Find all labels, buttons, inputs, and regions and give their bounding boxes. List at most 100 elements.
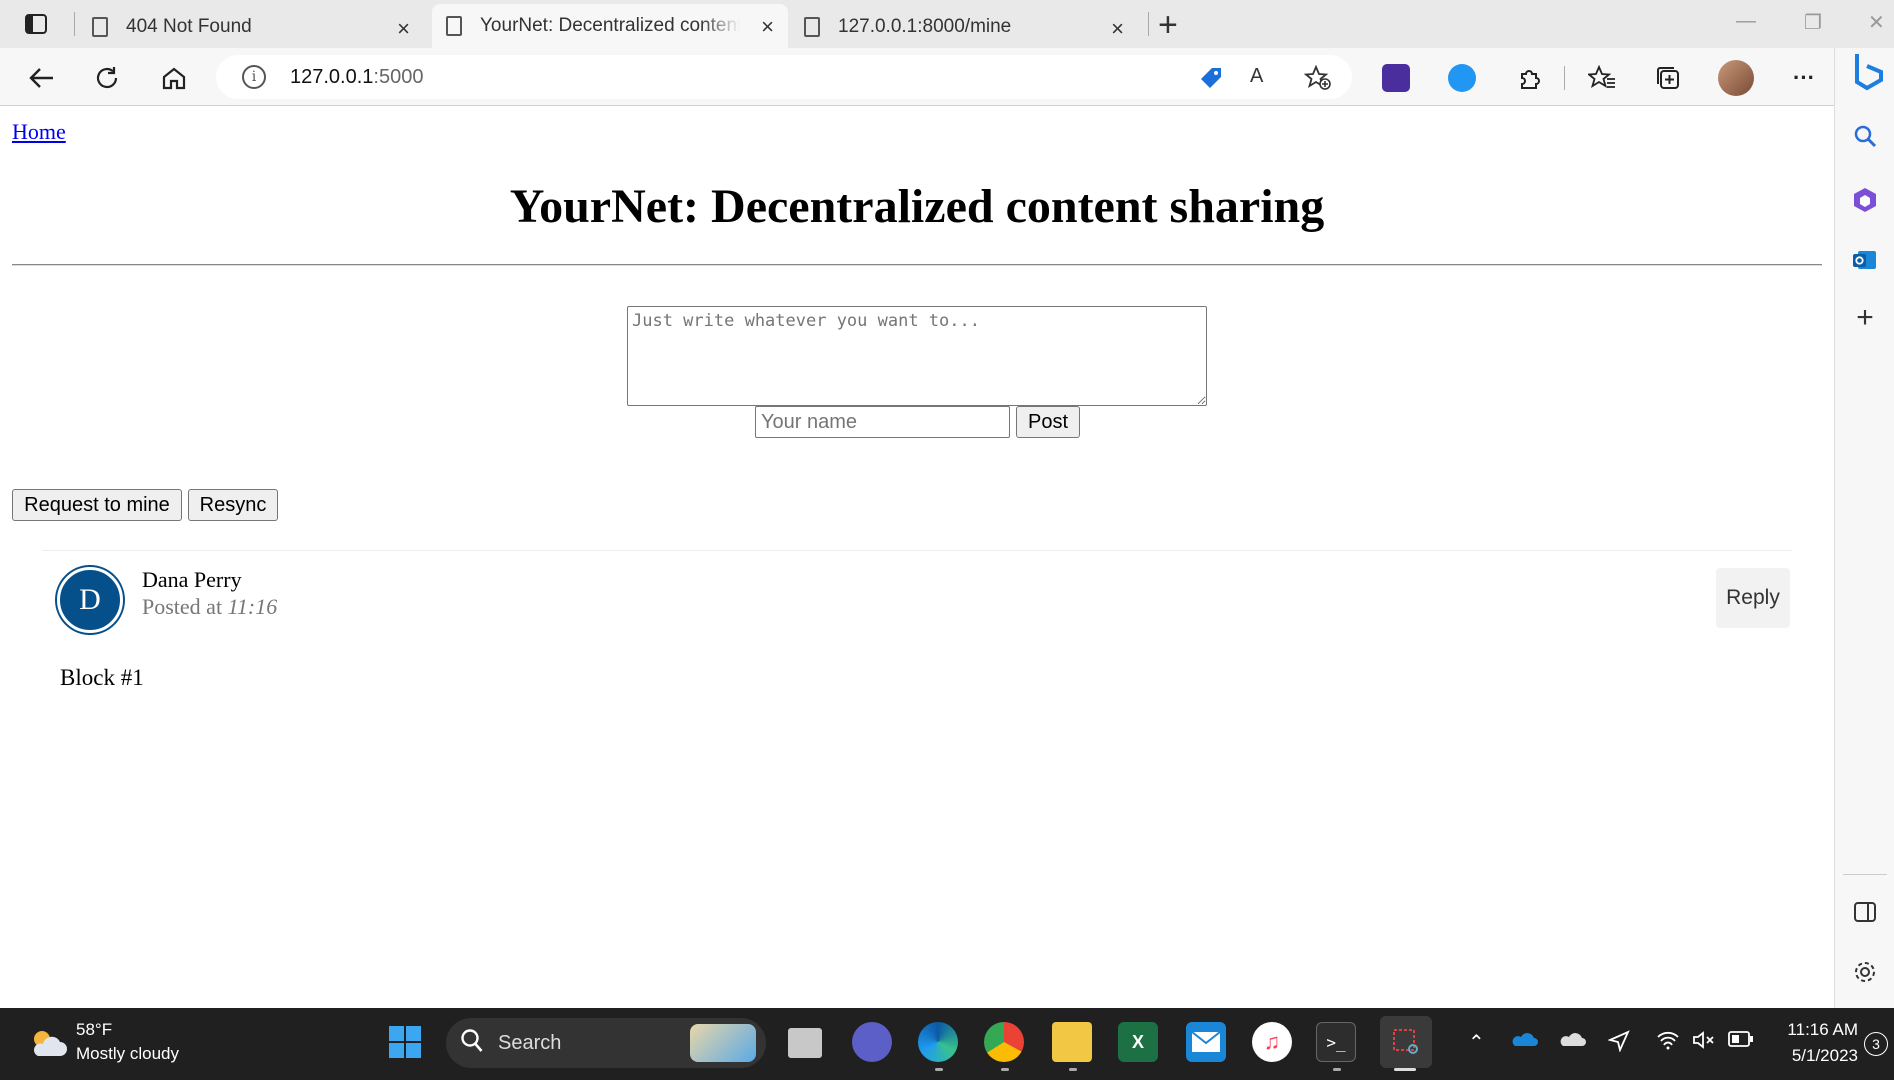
hide-sidebar-icon[interactable]	[1851, 898, 1879, 926]
excel-icon[interactable]: X	[1118, 1022, 1158, 1062]
page-title: YourNet: Decentralized content sharing	[509, 180, 1325, 233]
clock-time[interactable]: 11:16 AM	[1778, 1020, 1858, 1040]
terminal-icon[interactable]: >_	[1316, 1022, 1356, 1062]
avatar: D	[57, 567, 123, 633]
battery-icon[interactable]	[1728, 1030, 1754, 1054]
file-explorer-icon[interactable]	[1052, 1022, 1092, 1062]
task-view-icon[interactable]	[788, 1028, 822, 1058]
start-windows-icon[interactable]	[385, 1022, 425, 1062]
request-to-mine-button[interactable]: Request to mine	[12, 489, 182, 521]
page-icon	[92, 17, 108, 37]
sidebar-settings-gear-icon[interactable]	[1851, 958, 1879, 986]
tab-strip: 404 Not Found × YourNet: Decentralized c…	[0, 0, 1894, 48]
extension-shield-icon[interactable]	[1448, 64, 1476, 92]
search-highlight-icon	[690, 1024, 756, 1062]
close-tab-icon[interactable]: ×	[397, 16, 410, 42]
mail-icon[interactable]	[1186, 1022, 1226, 1062]
weather-condition[interactable]: Mostly cloudy	[76, 1044, 179, 1064]
weather-temperature[interactable]: 58°F	[76, 1020, 112, 1040]
new-tab-icon[interactable]: +	[1158, 6, 1178, 45]
edge-browser-icon[interactable]	[918, 1022, 958, 1062]
tab-title: 127.0.0.1:8000/mine	[838, 16, 1012, 37]
onedrive-icon[interactable]	[1510, 1030, 1538, 1054]
add-favorite-icon[interactable]	[1303, 64, 1332, 97]
close-tab-icon[interactable]: ×	[1111, 16, 1124, 42]
location-icon[interactable]	[1607, 1030, 1630, 1058]
favorites-icon[interactable]	[1584, 60, 1620, 96]
shopping-tag-icon[interactable]	[1198, 65, 1224, 97]
taskbar-search[interactable]: Search	[446, 1018, 766, 1068]
tab-separator	[74, 12, 75, 36]
post-content: Block #1	[60, 665, 144, 690]
search-label: Search	[498, 1032, 562, 1054]
extension-purple-icon[interactable]	[1382, 64, 1410, 92]
running-indicator	[935, 1068, 943, 1071]
more-options-icon[interactable]: ···	[1786, 60, 1822, 96]
tab-title: 404 Not Found	[126, 16, 252, 37]
page-icon	[804, 17, 820, 37]
weather-cloud-icon[interactable]	[28, 1028, 68, 1058]
post-button[interactable]: Post	[1016, 406, 1080, 438]
itunes-music-icon[interactable]: ♫	[1252, 1022, 1292, 1062]
author-name-input[interactable]	[755, 406, 1010, 438]
tab-yournet[interactable]: YourNet: Decentralized content s ×	[432, 4, 788, 48]
running-indicator	[1069, 1068, 1077, 1071]
tab-separator	[1148, 12, 1149, 36]
post-divider	[42, 550, 1792, 551]
toolbar-separator	[1564, 66, 1565, 90]
tab-mine[interactable]: 127.0.0.1:8000/mine ×	[790, 6, 1138, 48]
address-bar-row: i 127.0.0.1:5000 A ···	[0, 48, 1894, 106]
posted-time: 11:16	[227, 594, 278, 619]
search-icon[interactable]	[1851, 122, 1879, 150]
close-tab-icon[interactable]: ×	[761, 14, 774, 40]
add-sidebar-app-icon[interactable]: +	[1851, 301, 1879, 334]
extensions-puzzle-icon[interactable]	[1512, 60, 1548, 96]
wifi-icon[interactable]	[1656, 1030, 1680, 1056]
running-indicator	[1333, 1068, 1341, 1071]
home-link[interactable]: Home	[12, 119, 66, 145]
horizontal-rule	[12, 264, 1822, 266]
profile-avatar[interactable]	[1718, 60, 1754, 96]
tab-title: YourNet: Decentralized content s	[480, 15, 740, 36]
notification-count-badge[interactable]: 3	[1864, 1032, 1888, 1056]
url-text[interactable]: 127.0.0.1:5000	[290, 66, 423, 89]
outlook-icon[interactable]	[1851, 246, 1879, 274]
back-icon[interactable]	[24, 60, 60, 96]
post-author: Dana Perry	[142, 567, 242, 592]
resync-button[interactable]: Resync	[188, 489, 278, 521]
reply-button[interactable]: Reply	[1716, 568, 1790, 628]
clock-date[interactable]: 5/1/2023	[1778, 1046, 1858, 1066]
bing-chat-icon[interactable]	[1847, 52, 1887, 92]
page-icon	[446, 16, 462, 36]
post-content-textarea[interactable]	[627, 306, 1207, 406]
read-aloud-icon[interactable]: A	[1250, 65, 1263, 88]
home-icon[interactable]	[156, 60, 192, 96]
url-host: 127.0.0.1	[290, 66, 374, 88]
post-timestamp: Posted at 11:16	[142, 594, 277, 620]
search-icon	[460, 1028, 484, 1061]
window-close-icon[interactable]: ✕	[1868, 10, 1885, 35]
page-content: Home YourNet: Decentralized content shar…	[0, 107, 1834, 1008]
snipping-tool-icon[interactable]	[1380, 1016, 1432, 1068]
active-indicator	[1394, 1068, 1416, 1071]
onedrive-personal-icon[interactable]	[1558, 1030, 1586, 1054]
posted-prefix: Posted at	[142, 594, 223, 619]
site-info-icon[interactable]: i	[242, 65, 266, 89]
restore-icon[interactable]: ❐	[1804, 10, 1822, 35]
url-bar[interactable]: i 127.0.0.1:5000 A	[216, 55, 1352, 99]
show-hidden-icons-chevron-icon[interactable]: ⌃	[1468, 1030, 1485, 1055]
tab-404-not-found[interactable]: 404 Not Found ×	[84, 6, 424, 48]
taskbar: 58°F Mostly cloudy Search X ♫ >_ ⌃ 11:16…	[0, 1008, 1894, 1080]
edge-sidebar: +	[1834, 48, 1894, 1008]
running-indicator	[1001, 1068, 1009, 1071]
teams-chat-icon[interactable]	[852, 1022, 892, 1062]
tab-actions-menu-icon[interactable]	[20, 10, 52, 38]
minimize-icon[interactable]: —	[1736, 10, 1756, 33]
refresh-icon[interactable]	[89, 60, 125, 96]
copilot-icon[interactable]	[1851, 186, 1879, 214]
volume-muted-icon[interactable]	[1692, 1030, 1716, 1056]
url-port: :5000	[373, 66, 424, 88]
sidebar-divider	[1843, 874, 1887, 875]
chrome-icon[interactable]	[984, 1022, 1024, 1062]
collections-icon[interactable]	[1650, 60, 1686, 96]
